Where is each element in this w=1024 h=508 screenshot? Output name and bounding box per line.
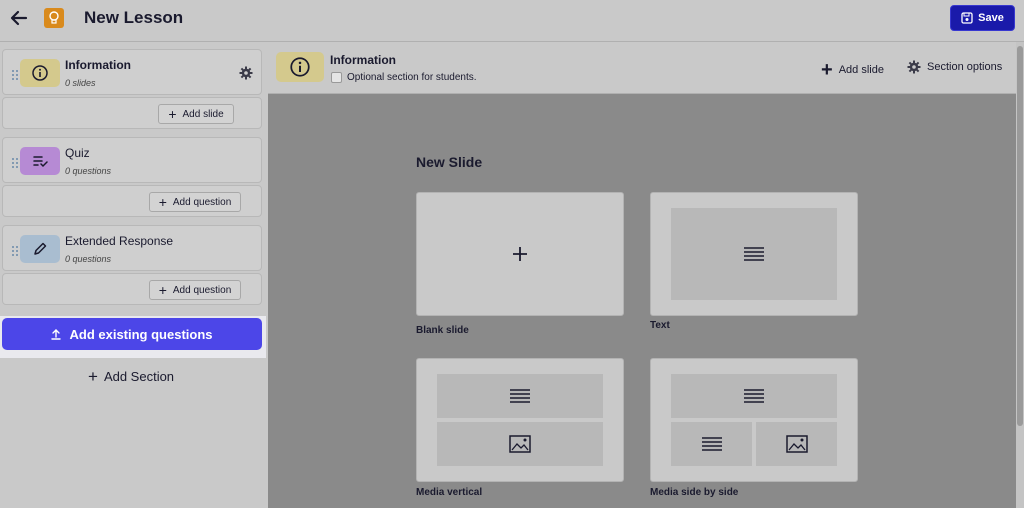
text-block [437,374,603,418]
plus-icon: + [168,106,177,122]
section-title: Information [330,53,396,67]
template-text[interactable] [650,192,858,316]
image-icon [785,435,808,453]
template-label: Media side by side [650,487,739,498]
optional-checkbox[interactable] [331,72,342,83]
section-title: Information [65,58,131,72]
add-question-button[interactable]: + Add question [149,280,241,300]
add-section-button[interactable]: + Add Section [88,368,174,385]
upload-icon [51,328,62,340]
section-footer: + Add question [2,273,262,305]
add-existing-questions-button[interactable]: Add existing questions [2,318,262,350]
add-slide-label: Add slide [182,108,224,120]
text-lines-icon [744,247,764,261]
section-count: 0 questions [65,166,112,176]
plus-icon: + [821,59,833,81]
drag-handle-icon[interactable] [11,156,19,168]
add-question-button[interactable]: + Add question [149,192,241,212]
save-button[interactable]: Save [950,5,1015,31]
new-slide-heading: New Slide [416,154,483,170]
text-block [671,422,752,466]
plus-icon: + [88,367,98,386]
section-title: Quiz [65,146,90,160]
section-card-information[interactable]: Information 0 slides [2,49,262,95]
section-footer: + Add question [2,185,262,217]
plus-icon: + [158,282,167,298]
top-header: New Lesson Save [0,0,1024,42]
add-question-label: Add question [172,284,232,296]
template-media-vertical[interactable] [416,358,624,482]
add-slide-button[interactable]: + Add slide [821,60,884,80]
add-question-label: Add question [172,196,232,208]
template-media-side-by-side[interactable] [650,358,858,482]
text-lines-icon [744,389,764,403]
info-icon [20,59,60,87]
add-section-label: Add Section [103,369,175,384]
section-title: Extended Response [65,234,174,248]
template-label: Text [650,320,670,331]
template-label: Media vertical [416,487,483,498]
section-count: 0 questions [65,254,112,264]
section-count: 0 slides [65,78,96,88]
text-block [671,208,837,300]
save-icon [961,12,973,24]
section-header-bar: Information Optional section for student… [268,42,1016,94]
section-options-label: Section options [927,61,1003,73]
add-slide-label: Add slide [838,64,884,76]
page-title: New Lesson [84,8,184,27]
text-block [671,374,837,418]
checklist-icon [20,147,60,175]
add-existing-label: Add existing questions [69,326,213,342]
template-label: Blank slide [416,325,469,336]
text-lines-icon [510,389,530,403]
section-footer: + Add slide [2,97,262,129]
image-icon [509,435,531,453]
sidebar: Information 0 slides + Add slide Quiz 0 … [0,42,268,508]
lightbulb-icon [44,8,64,28]
section-options-button[interactable]: Section options [907,60,1002,74]
plus-icon: + [158,194,167,210]
scrollbar-thumb[interactable] [1017,46,1023,426]
gear-icon[interactable] [239,66,253,80]
optional-checkbox-label: Optional section for students. [347,72,477,83]
section-card-quiz[interactable]: Quiz 0 questions [2,137,262,183]
drag-handle-icon[interactable] [11,244,19,256]
add-existing-wrapper: Add existing questions [0,316,266,358]
save-label: Save [978,12,1004,24]
drag-handle-icon[interactable] [11,68,19,80]
plus-icon [417,193,623,315]
info-icon [276,52,324,82]
section-card-extended-response[interactable]: Extended Response 0 questions [2,225,262,271]
media-block [756,422,837,466]
add-slide-button[interactable]: + Add slide [158,104,234,124]
pencil-icon [20,235,60,263]
gear-icon [907,60,921,74]
media-block [437,422,603,466]
back-arrow-icon[interactable] [9,8,29,28]
text-lines-icon [701,437,722,451]
template-blank-slide[interactable] [416,192,624,316]
